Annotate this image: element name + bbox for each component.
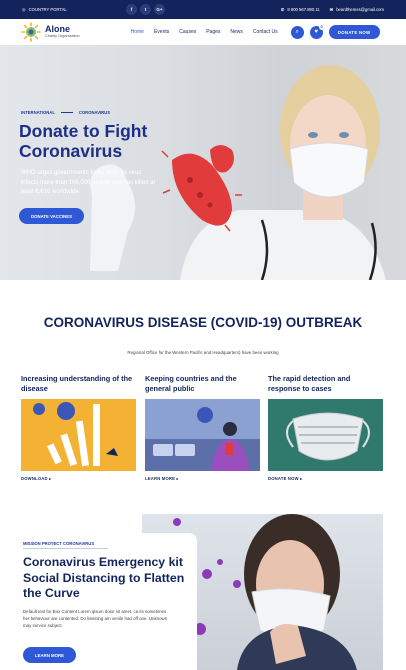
logo-title: Alone: [45, 24, 71, 34]
feature-card: MISSION PROTECT CORONAVIRUS Coronavirus …: [15, 533, 197, 670]
hero-title: Donate to Fight Coronavirus: [19, 121, 148, 161]
main-nav: Home Events Causes Pages News Contact Us: [131, 29, 278, 35]
hero-tags: INTERNATIONAL CORONAVIRUS: [21, 110, 110, 115]
logo-mark-icon: [21, 22, 41, 42]
globe-icon: ◎: [22, 7, 26, 12]
learn-more-button[interactable]: LEARN MORE: [23, 647, 76, 663]
section-title: CORONAVIRUS DISEASE (COVID-19) OUTBREAK: [43, 315, 363, 330]
nav-pages[interactable]: Pages: [206, 29, 220, 35]
nav-contact[interactable]: Contact Us: [253, 29, 278, 35]
feature-tag: MISSION PROTECT CORONAVIRUS: [23, 541, 95, 546]
download-link[interactable]: DOWNLOAD ▸: [21, 476, 136, 481]
nav-events[interactable]: Events: [154, 29, 169, 35]
hero-tag-coronavirus[interactable]: CORONAVIRUS: [79, 110, 110, 115]
mail-icon: ✉: [329, 7, 334, 12]
top-bar: ◎ COUNTRY PORTAL f t G+ ✆ 8 800 567.890.1…: [0, 0, 406, 19]
hero-doctor-image: [90, 65, 386, 280]
card-image-chart: [21, 399, 136, 471]
donate-now-link[interactable]: DONATE NOW ▸: [268, 476, 383, 481]
facebook-icon[interactable]: f: [126, 4, 137, 15]
donate-vaccines-button[interactable]: DONATE VACCINES: [19, 208, 84, 224]
phone-icon: ✆: [280, 7, 285, 12]
twitter-icon[interactable]: t: [140, 4, 151, 15]
donate-now-button[interactable]: DONATE NOW: [328, 25, 380, 39]
phone-contact[interactable]: ✆ 8 800 567.890.11: [281, 7, 320, 12]
cart-button[interactable]: ♥ 0: [309, 23, 325, 39]
card-image-person: [145, 399, 260, 471]
email-contact[interactable]: ✉ beardthemes@gmail.com: [330, 7, 384, 12]
nav-home[interactable]: Home: [131, 29, 144, 35]
phone-number: 8 800 567.890.11: [287, 7, 320, 12]
google-plus-icon[interactable]: G+: [154, 4, 165, 15]
logo[interactable]: Alone Charity Organization: [21, 22, 80, 42]
card-image-mask: [268, 399, 383, 471]
cart-count-badge: 0: [318, 23, 325, 30]
card-understanding[interactable]: Increasing understanding of the disease …: [21, 374, 136, 481]
learn-more-link[interactable]: LEARN MORE ▸: [145, 476, 260, 481]
person-phone-illustration: [145, 399, 260, 471]
hero-tag-international[interactable]: INTERNATIONAL: [21, 110, 55, 115]
feature-text: Default text for Box Content Lorem ipsum…: [23, 609, 168, 629]
falling-bars-illustration: [33, 402, 118, 467]
card-title: The rapid detection and response to case…: [268, 374, 351, 393]
section-subtitle: Regional Office for the Western Pacific …: [127, 350, 279, 355]
country-portal[interactable]: ◎ COUNTRY PORTAL: [22, 7, 104, 12]
hero-banner: INTERNATIONAL CORONAVIRUS Donate to Figh…: [0, 45, 406, 280]
cart-icon: ♥: [314, 29, 318, 35]
social-links: f t G+: [126, 4, 165, 15]
hero-description: WHO urges governments to do more as viru…: [21, 170, 156, 195]
card-detection[interactable]: The rapid detection and response to case…: [268, 374, 383, 481]
main-header: Alone Charity Organization Home Events C…: [0, 19, 406, 45]
card-countries[interactable]: Keeping countries and the general public…: [145, 374, 260, 481]
feature-tag-divider: [23, 548, 108, 549]
country-portal-label: COUNTRY PORTAL: [28, 7, 67, 12]
card-title: Increasing understanding of the disease: [21, 374, 133, 393]
nav-news[interactable]: News: [230, 29, 243, 35]
email-address: beardthemes@gmail.com: [336, 7, 384, 12]
search-icon: ⌕: [295, 28, 299, 35]
logo-subtitle: Charity Organization: [45, 34, 80, 38]
feature-title: Coronavirus Emergency kit Social Distanc…: [23, 555, 185, 600]
nav-causes[interactable]: Causes: [179, 29, 196, 35]
search-button[interactable]: ⌕: [290, 25, 304, 39]
mask-illustration: [286, 412, 370, 461]
card-title: Keeping countries and the general public: [145, 374, 237, 393]
